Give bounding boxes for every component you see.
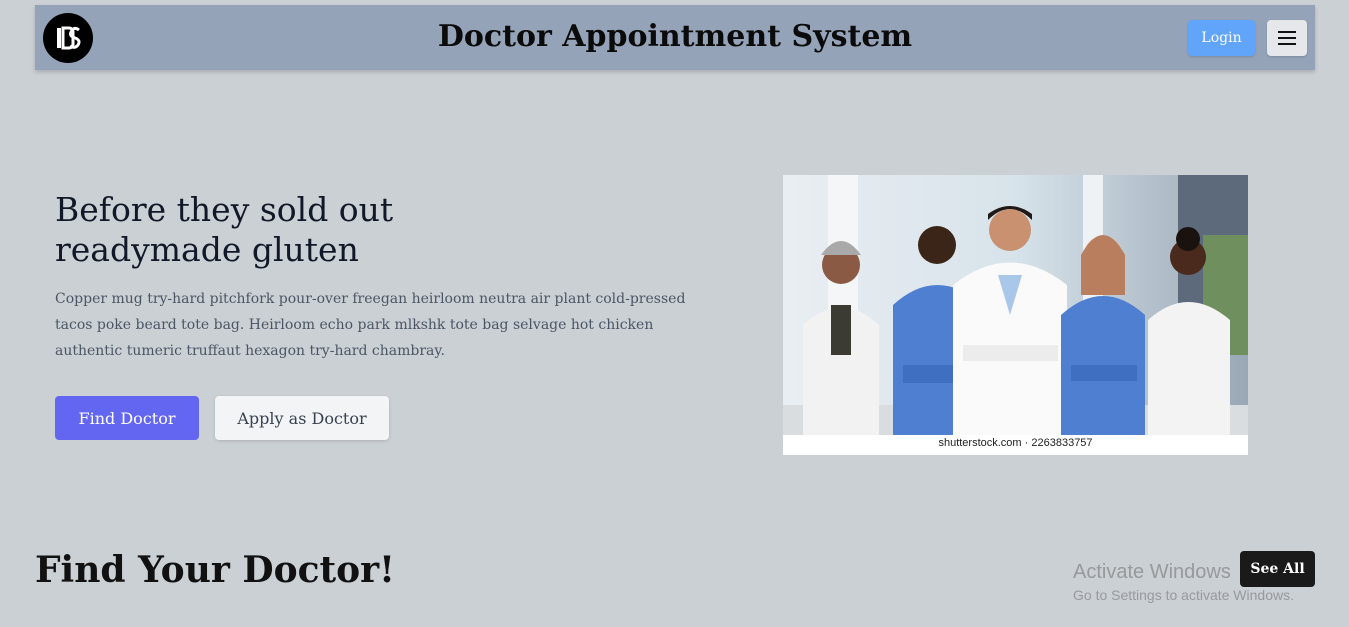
see-all-button[interactable]: See All (1240, 551, 1315, 587)
navbar: Doctor Appointment System Login (35, 5, 1315, 70)
activate-windows-subtitle: Go to Settings to activate Windows. (1073, 587, 1294, 603)
site-title: Doctor Appointment System (437, 19, 913, 54)
image-caption: shutterstock.com · 2263833757 (938, 437, 1093, 449)
login-button[interactable]: Login (1188, 20, 1255, 56)
hero-heading: Before they sold out readymade gluten (55, 190, 475, 270)
hero-heading-line1: Before they sold out (55, 190, 394, 229)
apply-as-doctor-button[interactable]: Apply as Doctor (215, 396, 389, 440)
menu-button[interactable] (1267, 20, 1307, 56)
hamburger-menu-icon (1278, 31, 1296, 45)
doctors-team-image: shutterstock.com · 2263833757 (783, 175, 1248, 455)
hero-heading-line2: readymade gluten (55, 230, 359, 269)
doctors-photo (783, 175, 1248, 435)
find-doctor-button[interactable]: Find Doctor (55, 396, 199, 440)
hero-description: Copper mug try-hard pitchfork pour-over … (55, 291, 686, 359)
find-your-doctor-heading: Find Your Doctor! (35, 549, 395, 591)
